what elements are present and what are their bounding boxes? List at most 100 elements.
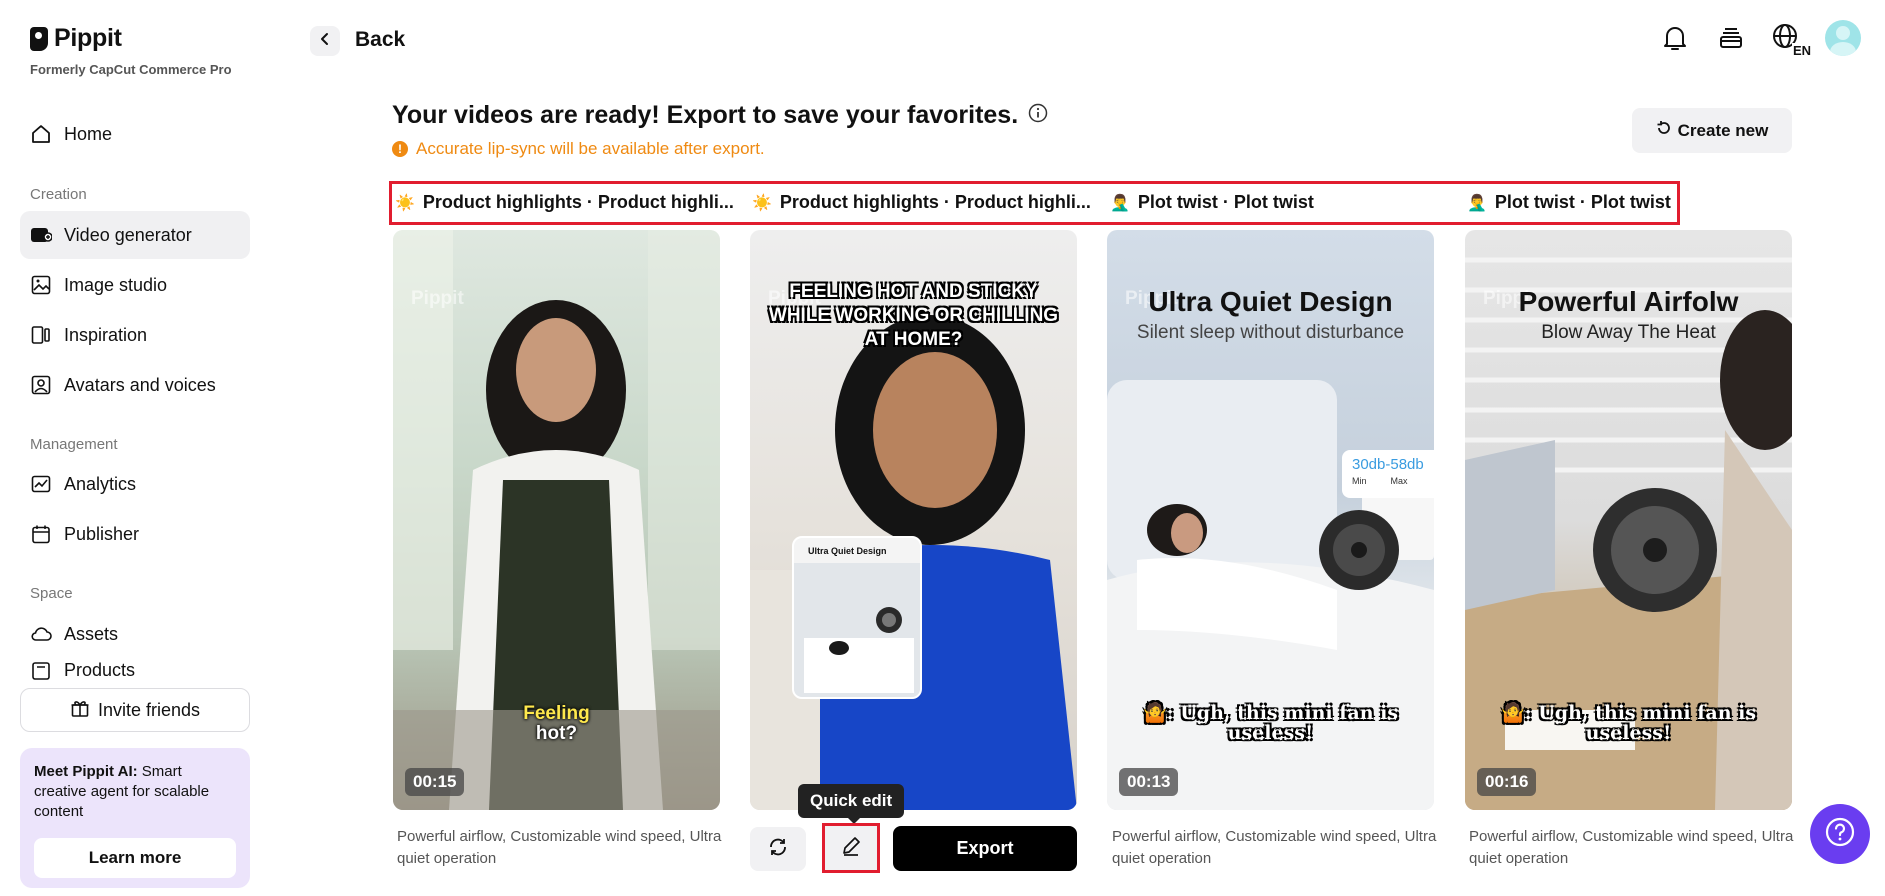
avatar-icon [30,374,52,396]
regenerate-icon [767,836,789,863]
video-card-2[interactable]: Pippit FEELING HOT AND STICKY WHILE WORK… [750,230,1077,810]
sidebar-item-avatars-and-voices[interactable]: Avatars and voices [20,361,250,409]
video-card-3[interactable]: Pippit Ultra Quiet Design Silent sleep w… [1107,230,1434,810]
decibel-badge: 30db-58db Min Max [1342,450,1434,498]
brand-name: Pippit [54,24,122,52]
decibel-min-label: Min [1352,476,1367,486]
video-subtitle: Blow Away The Heat [1541,322,1716,343]
decibel-value: 30db-58db [1352,456,1424,473]
sidebar-item-label: Home [64,123,113,144]
sidebar: Pippit Formerly CapCut Commerce Pro Home… [0,0,270,896]
headline-text: Your videos are ready! Export to save yo… [392,101,1019,129]
home-icon [30,123,52,145]
section-label-space: Space [30,585,73,602]
subtitle-line-2: hot? [535,723,578,744]
pippit-ai-promo: Meet Pippit AI: Smart creative agent for… [20,748,250,888]
sidebar-item-label: Image studio [64,274,168,295]
learn-more-button[interactable]: Learn more [34,838,236,878]
inset-preview: Ultra Quiet Design [792,536,922,699]
back-label[interactable]: Back [355,28,405,52]
analytics-icon [30,473,52,495]
sidebar-item-label: Assets [64,623,119,644]
facepalm-icon: 🤦‍♂️ [1110,194,1130,212]
sidebar-item-inspiration[interactable]: Inspiration [20,311,250,359]
sidebar-item-home[interactable]: Home [20,110,250,158]
sidebar-item-products[interactable]: Products [20,660,250,686]
sidebar-item-label: Video generator [64,224,192,245]
language-globe-icon[interactable]: EN [1769,20,1811,58]
sidebar-item-video-generator[interactable]: Video generator [20,211,250,259]
duration-badge: 00:13 [1119,768,1179,796]
bell-icon[interactable] [1657,20,1693,56]
create-new-label: Create new [1677,120,1769,140]
stack-icon[interactable] [1713,20,1749,56]
video-subtitle: Silent sleep without disturbance [1136,322,1405,343]
video-card-1[interactable]: Pippit Feeling hot? 00:15 [393,230,720,810]
pippit-logo[interactable]: Pippit [30,24,122,53]
language-code: EN [1791,43,1811,58]
user-avatar[interactable] [1825,20,1861,56]
video-tab-1[interactable]: ☀️ Product highlights · Product highli..… [395,192,734,213]
regenerate-button[interactable] [750,827,806,871]
pippit-logo-icon [30,26,48,51]
image-studio-icon [30,274,52,296]
section-label-creation: Creation [30,186,87,203]
refresh-icon [1656,120,1672,141]
create-new-button[interactable]: Create new [1632,108,1792,153]
watermark-text: Pippit [411,288,464,309]
video-description-3: Powerful airflow, Customizable wind spee… [1112,828,1437,867]
quick-edit-button[interactable] [822,823,880,873]
speech-caption: 🤷: Ugh, this mini fan is useless! [1500,702,1757,744]
lip-sync-warning: ! Accurate lip-sync will be available af… [392,139,765,159]
sidebar-item-label: Publisher [64,523,140,544]
page-headline: Your videos are ready! Export to save yo… [392,101,1048,130]
duration-badge: 00:15 [405,768,465,796]
decibel-max-label: Max [1390,476,1408,486]
invite-friends-label: Invite friends [97,699,201,720]
top-right-toolbar: EN [1657,20,1861,58]
gift-icon [70,698,90,723]
video-style-tabs: ☀️ Product highlights · Product highli..… [389,181,1680,225]
sidebar-item-label: Avatars and voices [64,374,216,395]
sidebar-item-label: Analytics [64,473,137,494]
video-card-4[interactable]: Pippit Powerful Airfolw Blow Away The He… [1465,230,1792,810]
video-tab-label: Plot twist · Plot twist [1494,192,1671,212]
video-tab-label: Plot twist · Plot twist [1137,192,1314,212]
sidebar-item-assets[interactable]: Assets [20,610,250,658]
video-description-1: Powerful airflow, Customizable wind spee… [397,828,722,867]
promo-text: Meet Pippit AI: Smart creative agent for… [34,762,236,822]
warning-text: Accurate lip-sync will be available afte… [416,139,765,158]
help-button[interactable] [1810,804,1870,864]
sidebar-item-label: Products [64,660,136,680]
warning-icon: ! [392,141,408,157]
sidebar-item-label: Inspiration [64,324,148,345]
video-title: Powerful Airfolw [1518,286,1739,317]
video-tab-label: Product highlights · Product highli... [779,192,1091,212]
inspiration-icon [30,324,52,346]
export-button[interactable]: Export [893,826,1077,871]
duration-badge: 00:16 [1477,768,1537,796]
sidebar-item-analytics[interactable]: Analytics [20,460,250,508]
sun-icon: ☀️ [395,194,415,212]
cloud-icon [30,623,52,645]
back-button[interactable] [310,26,340,56]
promo-bold: Meet Pippit AI: [34,763,138,780]
sidebar-item-image-studio[interactable]: Image studio [20,261,250,309]
quick-edit-tooltip: Quick edit [798,784,905,824]
hook-overlay-text: FEELING HOT AND STICKY WHILE WORKING OR … [768,281,1059,350]
video-tab-4[interactable]: 🤦‍♂️ Plot twist · Plot twist [1467,192,1671,213]
invite-friends-button[interactable]: Invite friends [20,688,250,732]
section-label-management: Management [30,436,118,453]
brand-subtitle: Formerly CapCut Commerce Pro [30,62,232,77]
question-icon [1824,816,1856,853]
video-tab-label: Product highlights · Product highli... [422,192,734,212]
chevron-left-icon [318,32,332,51]
video-tab-2[interactable]: ☀️ Product highlights · Product highli..… [752,192,1091,213]
facepalm-icon: 🤦‍♂️ [1467,194,1487,212]
video-generator-icon [30,224,52,246]
sidebar-item-publisher[interactable]: Publisher [20,510,250,558]
video-title: Ultra Quiet Design [1148,286,1393,317]
video-description-4: Powerful airflow, Customizable wind spee… [1469,828,1794,867]
info-icon[interactable] [1028,101,1048,130]
video-tab-3[interactable]: 🤦‍♂️ Plot twist · Plot twist [1110,192,1314,213]
